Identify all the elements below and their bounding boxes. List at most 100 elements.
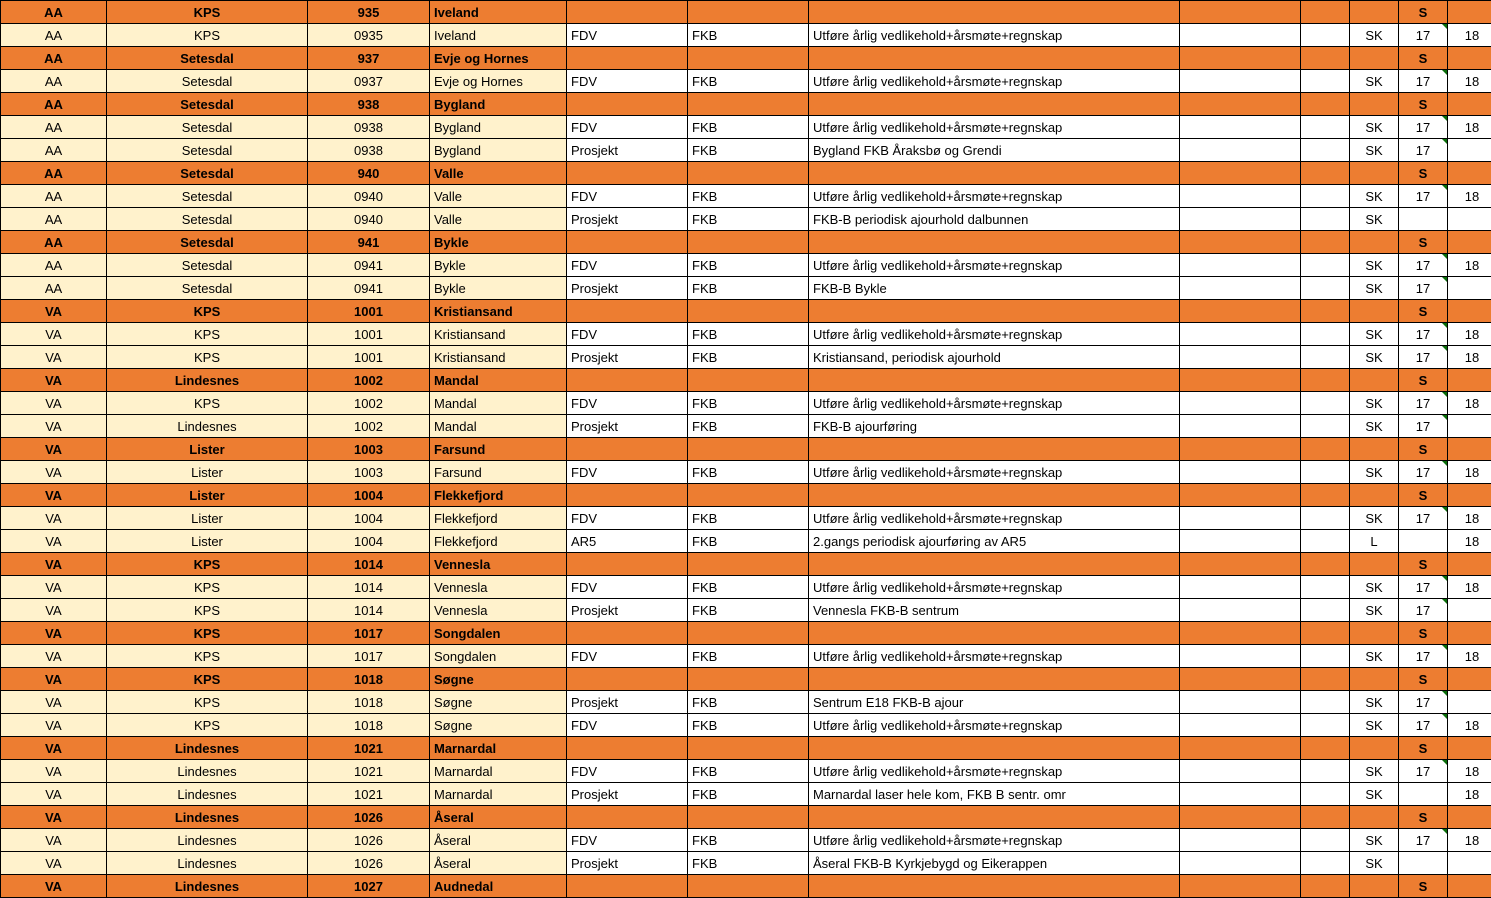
cell: VA: [1, 300, 107, 323]
cell: 1018: [308, 691, 430, 714]
cell: VA: [1, 484, 107, 507]
cell: Utføre årlig vedlikehold+årsmøte+regnska…: [809, 392, 1180, 415]
cell: Lister: [107, 438, 308, 461]
cell: Utføre årlig vedlikehold+årsmøte+regnska…: [809, 461, 1180, 484]
cell: [1350, 806, 1399, 829]
cell: 17: [1399, 277, 1448, 300]
cell: AA: [1, 277, 107, 300]
cell: 938: [308, 93, 430, 116]
cell: [1350, 369, 1399, 392]
cell: Setesdal: [107, 254, 308, 277]
cell: [1180, 415, 1301, 438]
cell: Setesdal: [107, 185, 308, 208]
table-row: VALindesnes1026ÅseralFDVFKBUtføre årlig …: [1, 829, 1491, 852]
cell: Setesdal: [107, 47, 308, 70]
cell: [1180, 875, 1301, 898]
cell: 17: [1399, 461, 1448, 484]
cell: Lindesnes: [107, 806, 308, 829]
cell: AA: [1, 139, 107, 162]
table-row: VAKPS1002MandalFDVFKBUtføre årlig vedlik…: [1, 392, 1491, 415]
cell: 18: [1448, 714, 1491, 737]
cell: S: [1399, 438, 1448, 461]
cell: Lindesnes: [107, 852, 308, 875]
cell: VA: [1, 461, 107, 484]
cell: 17: [1399, 392, 1448, 415]
cell: Flekkefjord: [430, 484, 567, 507]
cell: 17: [1399, 346, 1448, 369]
cell: Lister: [107, 461, 308, 484]
cell: S: [1399, 1, 1448, 24]
cell: [809, 1, 1180, 24]
cell: FDV: [567, 507, 688, 530]
cell: Lister: [107, 484, 308, 507]
cell: 1027: [308, 875, 430, 898]
cell: [1301, 346, 1350, 369]
cell: [1180, 24, 1301, 47]
cell: [1180, 461, 1301, 484]
cell: FKB: [688, 645, 809, 668]
table-row: AASetesdal0937Evje og HornesFDVFKBUtføre…: [1, 70, 1491, 93]
cell: SK: [1350, 139, 1399, 162]
cell: Marnardal: [430, 760, 567, 783]
cell: Søgne: [430, 691, 567, 714]
cell: 1017: [308, 622, 430, 645]
table-row: VALindesnes1021MarnardalFDVFKBUtføre årl…: [1, 760, 1491, 783]
cell: Lister: [107, 507, 308, 530]
cell: [1180, 599, 1301, 622]
cell: [1301, 231, 1350, 254]
cell: [1301, 760, 1350, 783]
cell: 0940: [308, 208, 430, 231]
cell: FKB: [688, 829, 809, 852]
cell: FDV: [567, 829, 688, 852]
cell: 0941: [308, 254, 430, 277]
cell: KPS: [107, 576, 308, 599]
cell: 941: [308, 231, 430, 254]
cell: Songdalen: [430, 622, 567, 645]
cell: 1021: [308, 783, 430, 806]
cell: [1350, 47, 1399, 70]
cell: [1301, 300, 1350, 323]
cell: [567, 47, 688, 70]
cell: [1180, 806, 1301, 829]
table-row: AASetesdal0941BykleProsjektFKBFKB-B Bykl…: [1, 277, 1491, 300]
cell: [1448, 438, 1491, 461]
cell: Lindesnes: [107, 415, 308, 438]
cell: [809, 300, 1180, 323]
table-row: VALister1004FlekkefjordFDVFKBUtføre årli…: [1, 507, 1491, 530]
cell: FDV: [567, 24, 688, 47]
cell: 17: [1399, 599, 1448, 622]
cell: 1014: [308, 576, 430, 599]
cell: SK: [1350, 645, 1399, 668]
cell: Prosjekt: [567, 208, 688, 231]
cell: 2.gangs periodisk ajourføring av AR5: [809, 530, 1180, 553]
cell: [809, 875, 1180, 898]
cell: VA: [1, 346, 107, 369]
cell: [1301, 691, 1350, 714]
cell: 1026: [308, 829, 430, 852]
cell: Åseral: [430, 852, 567, 875]
cell: Kristiansand, periodisk ajourhold: [809, 346, 1180, 369]
cell: SK: [1350, 185, 1399, 208]
cell: [1301, 162, 1350, 185]
cell: Valle: [430, 162, 567, 185]
cell: VA: [1, 829, 107, 852]
cell: VA: [1, 599, 107, 622]
cell: 1004: [308, 507, 430, 530]
cell: Prosjekt: [567, 346, 688, 369]
cell: 17: [1399, 714, 1448, 737]
cell: 18: [1448, 323, 1491, 346]
cell: [1350, 668, 1399, 691]
cell: 1001: [308, 323, 430, 346]
cell: KPS: [107, 599, 308, 622]
cell: Utføre årlig vedlikehold+årsmøte+regnska…: [809, 116, 1180, 139]
group-header-row: VALindesnes1027AudnedalSSS: [1, 875, 1491, 898]
cell: S: [1399, 875, 1448, 898]
table-row: AASetesdal0940ValleFDVFKBUtføre årlig ve…: [1, 185, 1491, 208]
cell: [1350, 231, 1399, 254]
cell: [1180, 162, 1301, 185]
cell: 1021: [308, 737, 430, 760]
cell: Lindesnes: [107, 760, 308, 783]
cell: VA: [1, 714, 107, 737]
cell: Bykle: [430, 231, 567, 254]
table-row: VAKPS1018SøgneFDVFKBUtføre årlig vedlike…: [1, 714, 1491, 737]
